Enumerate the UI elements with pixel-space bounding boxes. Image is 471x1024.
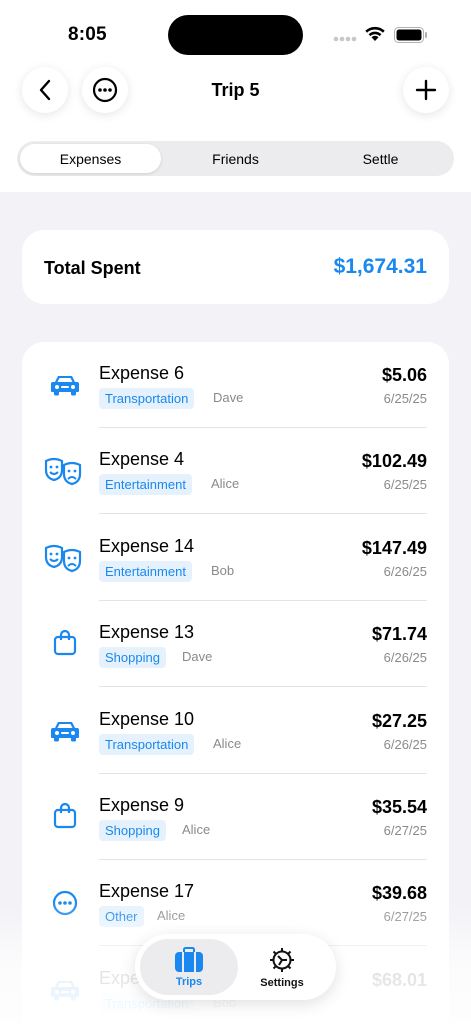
expense-amount: $71.74 [371,624,427,645]
wifi-icon [365,26,385,41]
expense-name: Expense 9 [99,795,185,815]
car-icon [50,719,80,748]
ellipsis-circle-icon [52,890,78,921]
expense-amount: $147.49 [361,537,427,558]
segment-expenses[interactable]: Expenses [20,144,161,173]
payer-name: Alice [213,735,242,751]
expense-name: Expense 13 [99,622,195,643]
expense-name: Expense 10 [99,708,195,729]
expense-amount: $5.06 [381,365,427,385]
payer-name: Alice [182,822,211,837]
expense-name: Expense 4 [99,449,185,470]
expense-row[interactable]: Expense 9 Shopping Alice $35.54 6/27/25 [22,774,449,860]
total-spent-card: Total Spent $1,674.31 [22,230,449,304]
expense-date: 6/26/25 [383,650,427,666]
category-tag: Shopping [99,647,166,669]
expense-name: Expense 17 [99,881,195,902]
theater-masks-icon [44,456,84,491]
payer-name: Dave [213,390,244,405]
expense-date: 6/27/25 [383,909,427,925]
expense-row[interactable]: Expense 4 Entertainment Alice $102.49 6/25/2… [22,428,449,515]
add-expense-button[interactable] [403,67,449,113]
theater-masks-icon [44,543,84,578]
category-tag: Transportation [99,388,195,409]
payer-name: Alice [157,908,186,924]
car-icon [50,373,80,402]
expense-amount: $39.68 [371,883,427,904]
expense-list: Expense 6 Transportation Dave $5.06 6/25/25 E… [22,342,449,1024]
expense-row[interactable]: Expense 14 Entertainment Bob $147.49 6/26/25 [22,515,449,601]
expense-amount: $27.25 [371,710,427,731]
expense-date: 6/26/25 [383,736,427,752]
status-bar: 8:05 [0,0,471,64]
expense-row[interactable]: Expense 10 Transportation Alice $27.25 6/26/… [22,688,449,774]
expense-row[interactable]: Expense 13 Shopping Dave $71.74 6/26/25 [22,601,449,688]
segment-friends[interactable]: Friends [165,144,306,173]
expense-name: Expense 14 [99,535,195,556]
tab-bar: Trips Settings [135,934,336,1000]
payer-name: Dave [182,649,213,665]
tab-trips-label: Trips [175,975,203,988]
category-tag: Entertainment [99,474,192,496]
tab-settings[interactable]: Settings [233,939,331,995]
expense-amount: $102.49 [361,451,427,472]
page-title: Trip 5 [211,80,260,100]
car-icon [50,978,80,1007]
shopping-bag-icon [53,802,77,834]
dynamic-island [168,15,303,55]
category-tag: Transportation [99,733,195,755]
total-spent-value: $1,674.31 [333,255,427,278]
category-tag: Shopping [99,820,166,841]
tab-settings-label: Settings [260,976,304,989]
expense-row[interactable]: Expense 6 Transportation Dave $5.06 6/25/25 [22,342,449,428]
cellular-signal-icon [333,36,357,42]
status-time: 8:05 [68,24,107,45]
segment-settle[interactable]: Settle [310,144,451,173]
expense-date: 6/25/25 [383,391,427,406]
plus-icon [415,79,437,101]
category-tag: Entertainment [99,560,192,582]
expense-date: 6/26/25 [383,563,427,579]
payer-name: Alice [211,476,240,492]
segmented-control: Expenses Friends Settle [17,141,454,176]
expense-amount: $35.54 [371,797,427,817]
expense-date: 6/27/25 [383,823,427,838]
expense-date: 6/25/25 [383,477,427,493]
expense-amount: $68.01 [371,969,427,990]
shopping-bag-icon [53,630,77,661]
payer-name: Bob [211,562,235,578]
total-spent-label: Total Spent [44,258,141,278]
category-tag: Other [99,906,144,928]
battery-icon [394,27,427,43]
suitcase-icon [175,946,203,972]
expense-name: Expense 6 [99,363,185,383]
gear-icon [270,947,294,972]
tab-trips[interactable]: Trips [140,939,238,995]
